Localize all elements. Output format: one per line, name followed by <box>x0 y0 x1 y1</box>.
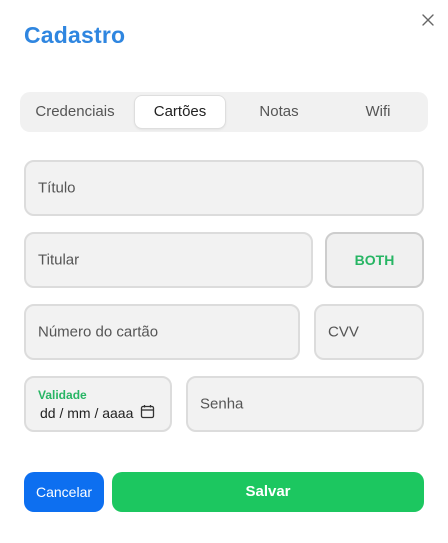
titular-field[interactable]: Titular <box>24 232 313 288</box>
cancel-button[interactable]: Cancelar <box>24 472 104 512</box>
close-icon[interactable] <box>420 12 436 28</box>
card-number-placeholder: Número do cartão <box>38 323 159 341</box>
card-type-toggle-button[interactable]: BOTH <box>325 232 424 288</box>
cvv-field[interactable]: CVV <box>314 304 424 360</box>
validade-label: Validade <box>38 388 87 402</box>
dialog-title: Cadastro <box>24 22 126 48</box>
titulo-placeholder: Título <box>38 179 76 197</box>
tab-bar: Credenciais Cartões Notas Wifi <box>20 92 428 132</box>
titular-placeholder: Titular <box>38 251 80 269</box>
senha-field[interactable]: Senha <box>186 376 424 432</box>
validade-date-field[interactable]: Validade dd / mm / aaaa <box>24 376 172 432</box>
tab-credenciais[interactable]: Credenciais <box>20 95 130 129</box>
validade-value: dd / mm / aaaa <box>40 405 134 421</box>
titulo-field[interactable]: Título <box>24 160 424 216</box>
cvv-placeholder: CVV <box>328 323 359 341</box>
senha-placeholder: Senha <box>200 395 244 413</box>
calendar-icon[interactable] <box>140 404 155 419</box>
card-number-field[interactable]: Número do cartão <box>24 304 300 360</box>
card-type-value: BOTH <box>354 252 395 268</box>
save-button[interactable]: Salvar <box>112 472 424 512</box>
tab-cartoes[interactable]: Cartões <box>134 95 226 129</box>
tab-notas[interactable]: Notas <box>230 95 328 129</box>
tab-wifi[interactable]: Wifi <box>328 95 428 129</box>
